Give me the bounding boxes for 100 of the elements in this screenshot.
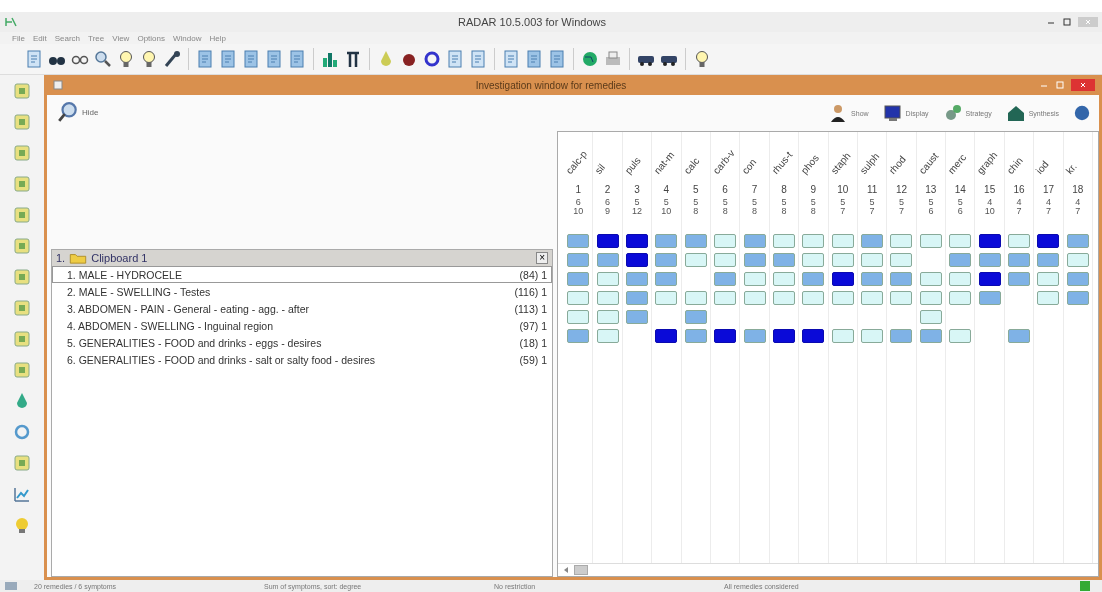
grade-cell[interactable] (949, 234, 972, 248)
grade-cell[interactable] (890, 272, 913, 286)
page-icon[interactable] (12, 360, 32, 380)
page-icon[interactable] (241, 49, 261, 69)
grade-cell[interactable] (596, 272, 619, 286)
document-icon[interactable] (468, 49, 488, 69)
grade-cell[interactable] (1066, 291, 1089, 305)
grade-cell[interactable] (772, 234, 795, 248)
grade-cell[interactable] (1066, 272, 1089, 286)
page-icon[interactable] (287, 49, 307, 69)
grade-cell[interactable] (684, 234, 707, 248)
rubric-row[interactable]: 6. GENERALITIES - FOOD and drinks - salt or salty food - desires (59) 1 (52, 351, 552, 368)
page-icon[interactable] (218, 49, 238, 69)
page-icon[interactable] (12, 453, 32, 473)
grade-cell[interactable] (596, 310, 619, 324)
grade-cell[interactable] (596, 234, 619, 248)
grade-cell[interactable] (919, 234, 942, 248)
grade-cell[interactable] (831, 272, 854, 286)
grade-cell[interactable] (831, 291, 854, 305)
grade-cell[interactable] (1037, 253, 1060, 267)
grade-cell[interactable] (596, 329, 619, 343)
help-icon[interactable] (1073, 104, 1091, 122)
globe-icon[interactable] (580, 49, 600, 69)
grade-cell[interactable] (655, 253, 678, 267)
grade-cell[interactable] (861, 234, 884, 248)
page-icon[interactable] (12, 298, 32, 318)
grade-cell[interactable] (1008, 234, 1031, 248)
grade-cell[interactable] (714, 329, 737, 343)
grade-cell[interactable] (567, 310, 590, 324)
grade-cell[interactable] (567, 272, 590, 286)
grade-cell[interactable] (1066, 253, 1089, 267)
grade-cell[interactable] (949, 291, 972, 305)
grade-cell[interactable] (567, 329, 590, 343)
page-icon[interactable] (264, 49, 284, 69)
grade-cell[interactable] (861, 291, 884, 305)
grade-cell[interactable] (890, 291, 913, 305)
page-icon[interactable] (547, 49, 567, 69)
grade-cell[interactable] (714, 253, 737, 267)
page-icon[interactable] (12, 112, 32, 132)
grade-cell[interactable] (1008, 272, 1031, 286)
remedy-name[interactable]: sil (592, 161, 608, 176)
page-icon[interactable] (12, 174, 32, 194)
grade-cell[interactable] (919, 291, 942, 305)
grade-cell[interactable] (596, 291, 619, 305)
grade-cell[interactable] (861, 253, 884, 267)
grade-cell[interactable] (655, 234, 678, 248)
grade-cell[interactable] (743, 329, 766, 343)
maximize-icon[interactable] (1062, 17, 1072, 27)
remedy-name[interactable]: chin (1004, 154, 1025, 176)
grade-cell[interactable] (1008, 253, 1031, 267)
grade-cell[interactable] (1037, 272, 1060, 286)
grade-cell[interactable] (684, 329, 707, 343)
grade-cell[interactable] (949, 329, 972, 343)
grade-cell[interactable] (772, 253, 795, 267)
grade-cell[interactable] (625, 234, 648, 248)
page-icon[interactable] (12, 329, 32, 349)
grade-cell[interactable] (1008, 329, 1031, 343)
grade-cell[interactable] (861, 329, 884, 343)
rubric-row[interactable]: 3. ABDOMEN - PAIN - General - eating - agg. - after (113) 1 (52, 300, 552, 317)
grade-cell[interactable] (684, 253, 707, 267)
remedy-name[interactable]: iod (1033, 158, 1051, 176)
page-icon[interactable] (12, 205, 32, 225)
grade-cell[interactable] (949, 272, 972, 286)
grade-cell[interactable] (684, 291, 707, 305)
grade-cell[interactable] (714, 291, 737, 305)
grade-cell[interactable] (861, 272, 884, 286)
grade-cell[interactable] (625, 253, 648, 267)
page-icon[interactable] (12, 143, 32, 163)
scroll-left-icon[interactable] (562, 566, 570, 574)
grade-cell[interactable] (743, 234, 766, 248)
grade-cell[interactable] (1037, 234, 1060, 248)
grade-cell[interactable] (655, 291, 678, 305)
grade-cell[interactable] (802, 272, 825, 286)
grade-cell[interactable] (890, 253, 913, 267)
page-icon[interactable] (195, 49, 215, 69)
grade-cell[interactable] (625, 291, 648, 305)
grade-cell[interactable] (978, 253, 1001, 267)
grade-cell[interactable] (772, 291, 795, 305)
hide-button[interactable]: Hide (57, 101, 99, 123)
grade-cell[interactable] (919, 310, 942, 324)
grade-cell[interactable] (919, 272, 942, 286)
grade-cell[interactable] (890, 329, 913, 343)
grade-cell[interactable] (978, 272, 1001, 286)
grade-cell[interactable] (978, 234, 1001, 248)
rubric-row[interactable]: 5. GENERALITIES - FOOD and drinks - eggs - desires (18) 1 (52, 334, 552, 351)
grade-cell[interactable] (684, 310, 707, 324)
rubric-row[interactable]: 4. ABDOMEN - SWELLING - Inguinal region (97) 1 (52, 317, 552, 334)
grade-cell[interactable] (655, 272, 678, 286)
grade-cell[interactable] (743, 291, 766, 305)
remedy-name[interactable]: calc (681, 155, 701, 176)
remedy-name[interactable]: kr. (1063, 160, 1079, 176)
page-icon[interactable] (12, 236, 32, 256)
search-icon[interactable] (93, 49, 113, 69)
close-button[interactable]: × (536, 252, 548, 264)
grade-cell[interactable] (655, 329, 678, 343)
grade-cell[interactable] (802, 234, 825, 248)
close-icon[interactable] (1071, 78, 1095, 92)
grade-cell[interactable] (743, 272, 766, 286)
grade-cell[interactable] (625, 272, 648, 286)
page-icon[interactable] (12, 81, 32, 101)
